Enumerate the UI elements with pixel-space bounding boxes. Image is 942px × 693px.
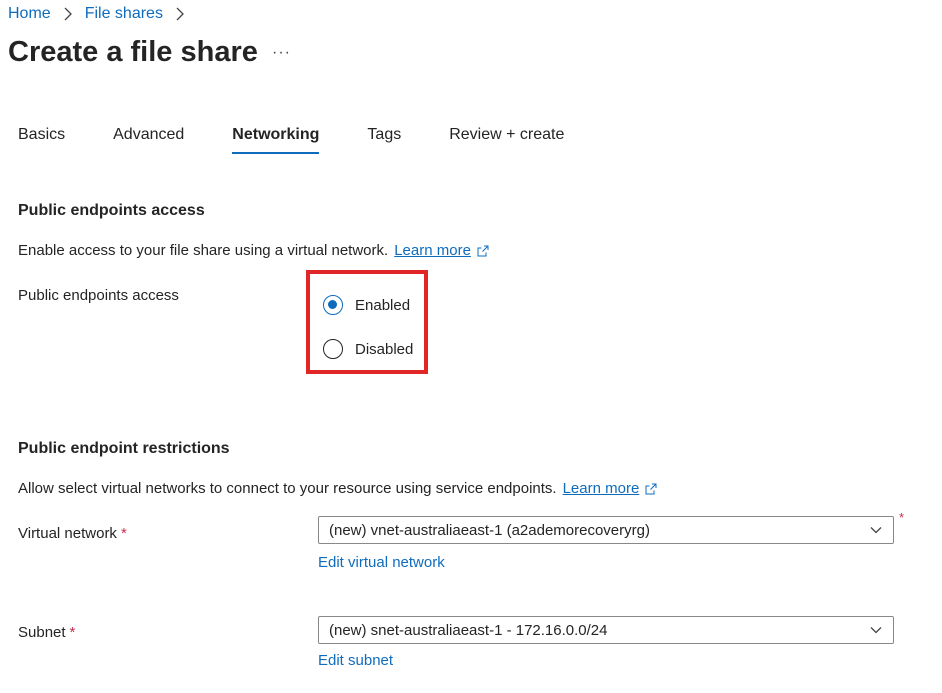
chevron-right-icon — [176, 7, 184, 21]
tab-review-create[interactable]: Review + create — [449, 126, 564, 154]
restrictions-heading: Public endpoint restrictions — [18, 440, 230, 457]
public-endpoints-description: Enable access to your file share using a… — [18, 242, 389, 259]
tab-networking[interactable]: Networking — [232, 126, 320, 154]
chevron-down-icon — [870, 627, 882, 634]
learn-more-link[interactable]: Learn more — [394, 242, 471, 259]
chevron-right-icon — [64, 7, 72, 21]
tab-bar: Basics Advanced Networking Tags Review +… — [18, 126, 564, 154]
tab-basics[interactable]: Basics — [18, 126, 65, 154]
breadcrumb-home[interactable]: Home — [8, 5, 51, 23]
virtual-network-label: Virtual network — [18, 525, 117, 542]
restrictions-description: Allow select virtual networks to connect… — [18, 480, 557, 497]
required-asterisk: * — [69, 624, 76, 641]
external-link-icon — [645, 483, 657, 494]
tab-advanced[interactable]: Advanced — [113, 126, 184, 154]
subnet-value: (new) snet-australiaeast-1 - 172.16.0.0/… — [329, 621, 608, 639]
breadcrumb: Home File shares — [8, 5, 197, 23]
subnet-label: Subnet — [18, 624, 66, 641]
virtual-network-label-row: Virtual network * — [18, 525, 127, 542]
tab-tags[interactable]: Tags — [367, 126, 401, 154]
subnet-label-row: Subnet * — [18, 624, 75, 641]
public-endpoints-field-label: Public endpoints access — [18, 287, 179, 304]
required-asterisk: * — [120, 525, 127, 542]
more-options-icon[interactable]: ··· — [272, 44, 291, 62]
public-endpoints-description-row: Enable access to your file share using a… — [18, 242, 489, 259]
external-link-icon — [477, 245, 489, 256]
chevron-down-icon — [870, 527, 882, 534]
edit-subnet-link[interactable]: Edit subnet — [318, 652, 393, 669]
required-asterisk: * — [899, 510, 905, 525]
virtual-network-dropdown[interactable]: (new) vnet-australiaeast-1 (a2ademorecov… — [318, 516, 894, 544]
public-endpoints-heading: Public endpoints access — [18, 202, 205, 219]
restrictions-description-row: Allow select virtual networks to connect… — [18, 480, 657, 497]
subnet-dropdown[interactable]: (new) snet-australiaeast-1 - 172.16.0.0/… — [318, 616, 894, 644]
highlight-box — [306, 270, 428, 374]
learn-more-link[interactable]: Learn more — [563, 480, 640, 497]
page-title: Create a file share — [8, 36, 258, 68]
edit-virtual-network-link[interactable]: Edit virtual network — [318, 554, 445, 571]
breadcrumb-file-shares[interactable]: File shares — [85, 5, 163, 23]
virtual-network-value: (new) vnet-australiaeast-1 (a2ademorecov… — [329, 521, 650, 539]
